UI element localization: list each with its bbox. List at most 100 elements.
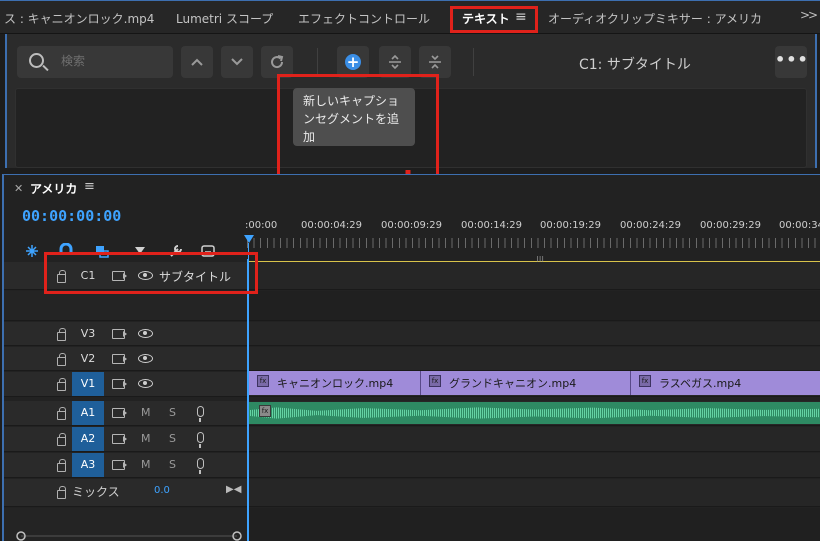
sequence-title[interactable]: アメリカ	[30, 180, 77, 197]
mix-track-lane[interactable]	[248, 479, 820, 507]
film-icon[interactable]	[112, 460, 127, 470]
panel-menu-icon[interactable]: ≡	[84, 179, 95, 194]
film-icon[interactable]	[112, 434, 127, 444]
tab-effect-controls[interactable]: エフェクトコントロール	[298, 10, 430, 27]
microphone-icon[interactable]	[197, 458, 204, 474]
audio-track-header-a2[interactable]: A2 M S	[4, 427, 247, 452]
audio-track-header-a1[interactable]: A1 M S	[4, 401, 247, 426]
mix-label: ミックス	[72, 485, 120, 499]
audio-track-header-a3[interactable]: A3 M S	[4, 453, 247, 478]
eye-icon[interactable]	[138, 379, 153, 388]
film-icon[interactable]	[112, 329, 127, 339]
video-track-lane-v3[interactable]	[248, 322, 820, 346]
ruler-label: 00:00:34:	[779, 220, 820, 231]
mix-volume-value[interactable]: 0.0	[154, 485, 170, 496]
film-icon[interactable]	[112, 379, 127, 389]
chevron-up-icon	[191, 58, 203, 66]
highlight-box-text-tab	[450, 6, 538, 33]
eye-icon[interactable]	[138, 329, 153, 338]
audio-track-lane-a3[interactable]	[248, 453, 820, 478]
video-track-header-v2[interactable]: V2	[4, 347, 247, 371]
merge-icon	[429, 55, 441, 69]
track-lane-footer	[248, 508, 820, 541]
playhead-timecode[interactable]: 00:00:00:00	[22, 207, 121, 225]
refresh-icon	[271, 55, 284, 69]
ruler-label: 00:00:14:29	[461, 220, 523, 231]
clip-name: グランドキャニオン.mp4	[449, 377, 577, 390]
mix-track-header[interactable]	[4, 479, 247, 507]
film-icon[interactable]	[112, 408, 127, 418]
track-name-v3[interactable]: V3	[72, 322, 104, 346]
chevron-double-right-icon[interactable]: >>	[800, 8, 818, 22]
audio-waveform	[248, 407, 820, 419]
split-icon	[389, 54, 401, 70]
track-name-a1[interactable]: A1	[72, 401, 104, 425]
horizontal-scrollbar[interactable]	[16, 531, 242, 541]
clip-name: キャニオンロック.mp4	[277, 377, 394, 390]
toolbar-divider	[317, 48, 318, 76]
fx-badge-icon: fx	[429, 375, 441, 387]
lock-icon[interactable]	[57, 486, 66, 499]
nest-icon[interactable]	[24, 243, 40, 259]
track-name-a3[interactable]: A3	[72, 453, 104, 477]
audio-track-lane-a2[interactable]	[248, 427, 820, 452]
film-icon[interactable]	[112, 354, 127, 364]
track-name-v2[interactable]: V2	[72, 347, 104, 371]
video-track-lane-v2[interactable]	[248, 347, 820, 371]
previous-caption-button[interactable]	[181, 46, 213, 78]
lock-icon[interactable]	[57, 433, 66, 446]
track-name-v1[interactable]: V1	[72, 372, 104, 396]
solo-button[interactable]: S	[169, 458, 176, 471]
ruler-label: 00:00:24:29	[620, 220, 682, 231]
video-clip[interactable]: fx グランドキャニオン.mp4	[420, 371, 630, 395]
microphone-icon[interactable]	[197, 432, 204, 448]
video-track-header-v1[interactable]: V1	[4, 372, 247, 397]
track-spacer	[4, 291, 247, 321]
ruler-label: :00:00	[245, 220, 278, 231]
lock-icon[interactable]	[57, 459, 66, 472]
ruler-label: 00:00:19:29	[540, 220, 602, 231]
video-clip[interactable]: fx ラスベガス.mp4	[630, 371, 820, 395]
ruler-label: 00:00:29:29	[700, 220, 762, 231]
lock-icon[interactable]	[57, 378, 66, 391]
ruler-ticks	[247, 238, 820, 248]
solo-button[interactable]: S	[169, 432, 176, 445]
search-icon	[29, 53, 44, 68]
audio-clip[interactable]: fx	[248, 402, 820, 424]
plus-circle-icon: +	[345, 53, 361, 71]
search-input[interactable]	[61, 54, 161, 68]
track-name-a2[interactable]: A2	[72, 427, 104, 451]
time-ruler[interactable]: :00:00 00:00:04:29 00:00:09:29 00:00:14:…	[245, 215, 820, 259]
more-icon: •••	[775, 50, 809, 69]
go-to-in-out-icon[interactable]: ▶◀	[226, 484, 241, 495]
lock-icon[interactable]	[57, 328, 66, 341]
text-panel: + C1: サブタイトル ••• 新しいキャプションセグメントを追加	[5, 34, 817, 190]
mute-button[interactable]: M	[141, 406, 151, 419]
fx-badge-icon: fx	[259, 405, 271, 417]
fx-badge-icon: fx	[639, 375, 651, 387]
microphone-icon[interactable]	[197, 406, 204, 422]
search-field[interactable]	[17, 46, 173, 78]
mute-button[interactable]: M	[141, 432, 151, 445]
ruler-label: 00:00:09:29	[381, 220, 443, 231]
tab-lumetri-scopes[interactable]: Lumetri スコープ	[176, 10, 273, 27]
solo-button[interactable]: S	[169, 406, 176, 419]
ruler-label: 00:00:04:29	[301, 220, 363, 231]
mute-button[interactable]: M	[141, 458, 151, 471]
lock-icon[interactable]	[57, 407, 66, 420]
close-icon[interactable]: ✕	[14, 182, 23, 195]
video-clip[interactable]: fx キャニオンロック.mp4	[248, 371, 420, 395]
video-track-header-v3[interactable]: V3	[4, 322, 247, 346]
tab-audio-clip-mixer[interactable]: オーディオクリップミキサー : アメリカ	[548, 10, 762, 27]
lock-icon[interactable]	[57, 353, 66, 366]
eye-icon[interactable]	[138, 354, 153, 363]
tab-source-monitor[interactable]: ス : キャニオンロック.mp4	[4, 10, 154, 27]
clip-name: ラスベガス.mp4	[659, 377, 742, 390]
playhead-handle[interactable]	[244, 235, 254, 243]
next-caption-button[interactable]	[221, 46, 253, 78]
caption-track-lane[interactable]	[248, 262, 820, 290]
caption-track-label: C1: サブタイトル	[579, 57, 691, 73]
chevron-down-icon	[231, 58, 243, 66]
panel-tab-bar: ス : キャニオンロック.mp4 Lumetri スコープ エフェクトコントロー…	[0, 0, 820, 34]
more-options-button[interactable]: •••	[775, 46, 809, 78]
